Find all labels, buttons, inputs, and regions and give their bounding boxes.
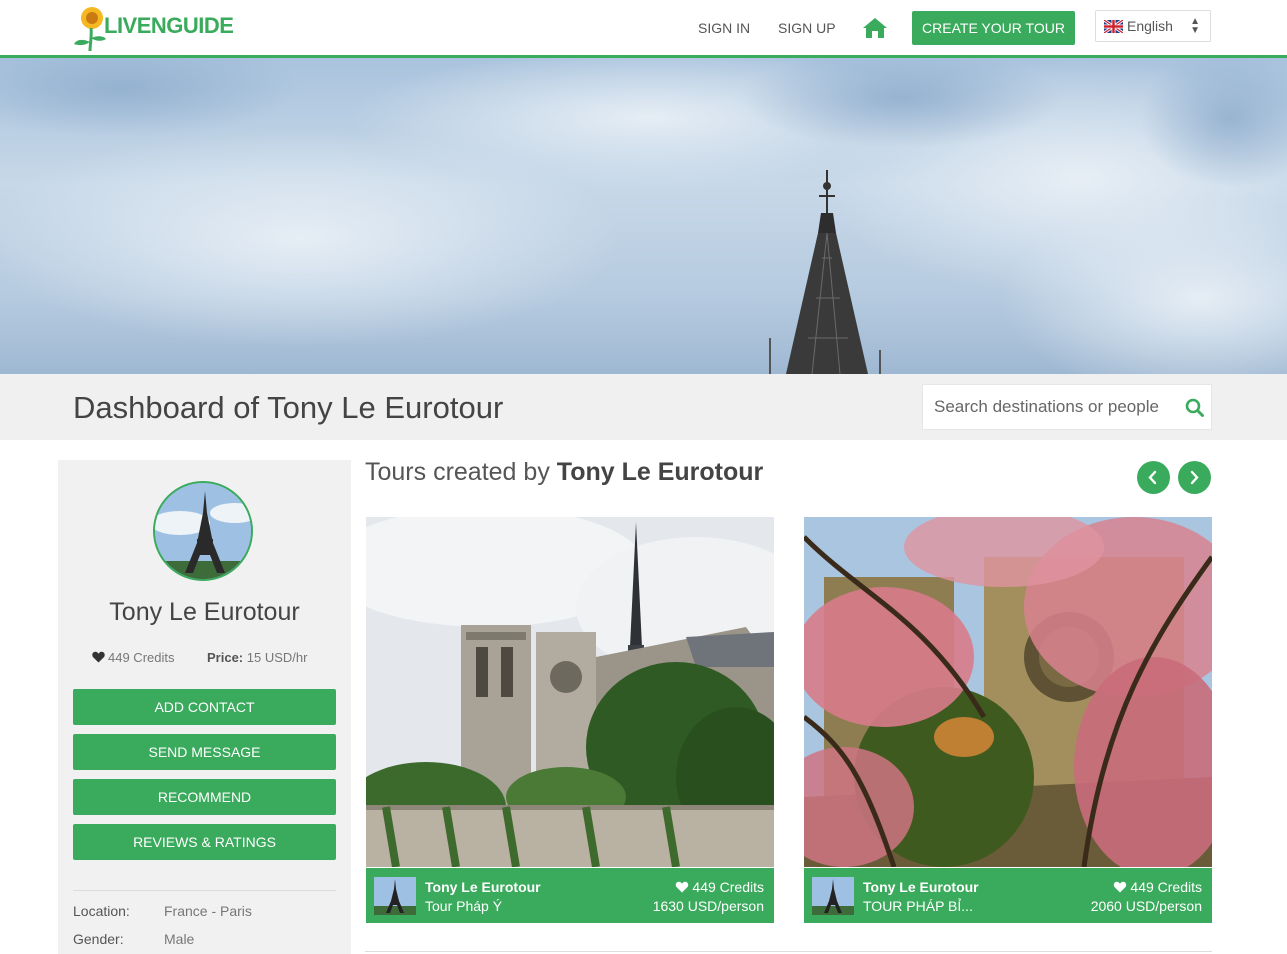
language-select[interactable]: English ▲ ▼ bbox=[1095, 10, 1211, 42]
tour-credits-value: 449 Credits bbox=[692, 879, 764, 895]
gender-value: Male bbox=[164, 931, 195, 947]
sidebar-divider bbox=[73, 890, 336, 891]
notre-dame-image bbox=[366, 517, 774, 867]
credits-value: 449 Credits bbox=[108, 650, 175, 665]
avatar[interactable] bbox=[153, 481, 253, 581]
tour-price: 2060 USD/person bbox=[1090, 898, 1202, 914]
tour-credits: 449 Credits bbox=[675, 879, 764, 895]
reviews-ratings-button[interactable]: REVIEWS & RATINGS bbox=[73, 824, 336, 860]
carousel-next-button[interactable] bbox=[1178, 461, 1211, 494]
tour-name: TOUR PHÁP BỈ... bbox=[863, 898, 973, 914]
heart-icon bbox=[1114, 881, 1127, 893]
logo-text[interactable]: LIVENGUIDE bbox=[104, 13, 234, 39]
tour-name: Tour Pháp Ý bbox=[425, 898, 503, 914]
tour-image[interactable] bbox=[804, 517, 1212, 867]
uk-flag-icon bbox=[1104, 20, 1123, 33]
gender-label: Gender: bbox=[73, 931, 124, 947]
tour-image[interactable] bbox=[366, 517, 774, 867]
price-stat: Price: 15 USD/hr bbox=[207, 650, 307, 665]
tours-section-title: Tours created by Tony Le Eurotour bbox=[365, 458, 763, 487]
home-icon[interactable] bbox=[862, 17, 888, 39]
send-message-button[interactable]: SEND MESSAGE bbox=[73, 734, 336, 770]
top-header: LIVENGUIDE SIGN IN SIGN UP CREATE YOUR T… bbox=[0, 0, 1287, 58]
carousel-prev-button[interactable] bbox=[1137, 461, 1170, 494]
select-arrows-icon: ▲ ▼ bbox=[1190, 16, 1200, 36]
heart-icon bbox=[92, 651, 105, 663]
price-value: 15 USD/hr bbox=[246, 650, 308, 665]
cherry-blossom-cathedral-image bbox=[804, 517, 1212, 867]
tour-info-bar: Tony Le Eurotour TOUR PHÁP BỈ... 449 Cre… bbox=[804, 868, 1212, 923]
tour-author-thumbnail bbox=[812, 877, 854, 915]
search-input[interactable] bbox=[923, 385, 1183, 429]
tours-title-prefix: Tours created by bbox=[365, 458, 550, 486]
recommend-button[interactable]: RECOMMEND bbox=[73, 779, 336, 815]
search-icon[interactable] bbox=[1185, 398, 1204, 417]
tours-title-name: Tony Le Eurotour bbox=[556, 458, 764, 486]
tour-credits-value: 449 Credits bbox=[1130, 879, 1202, 895]
tour-author-thumbnail bbox=[374, 877, 416, 915]
location-label: Location: bbox=[73, 903, 130, 919]
eiffel-thumb-image bbox=[374, 877, 416, 915]
sign-up-link[interactable]: SIGN UP bbox=[778, 20, 836, 36]
sign-in-link[interactable]: SIGN IN bbox=[698, 20, 750, 36]
location-value: France - Paris bbox=[164, 903, 252, 919]
cathedral-spire-image bbox=[0, 58, 1287, 374]
search-box bbox=[922, 384, 1212, 430]
add-contact-button[interactable]: ADD CONTACT bbox=[73, 689, 336, 725]
tour-info-bar: Tony Le Eurotour Tour Pháp Ý 449 Credits… bbox=[366, 868, 774, 923]
eiffel-tower-avatar-image bbox=[155, 483, 251, 579]
tour-price: 1630 USD/person bbox=[652, 898, 764, 914]
chevron-right-icon bbox=[1190, 470, 1199, 485]
create-your-tour-button[interactable]: CREATE YOUR TOUR bbox=[912, 11, 1075, 45]
page-title: Dashboard of Tony Le Eurotour bbox=[73, 390, 504, 425]
credits-stat: 449 Credits bbox=[92, 650, 174, 665]
eiffel-thumb-image bbox=[812, 877, 854, 915]
heart-icon bbox=[676, 881, 689, 893]
tour-card[interactable]: Tony Le Eurotour TOUR PHÁP BỈ... 449 Cre… bbox=[804, 517, 1212, 923]
profile-name: Tony Le Eurotour bbox=[109, 598, 300, 626]
chevron-left-icon bbox=[1148, 470, 1157, 485]
tour-credits: 449 Credits bbox=[1113, 879, 1202, 895]
hero-banner bbox=[0, 58, 1287, 374]
title-bar: Dashboard of Tony Le Eurotour bbox=[0, 374, 1287, 440]
tour-author: Tony Le Eurotour bbox=[425, 879, 541, 895]
profile-sidebar: Tony Le Eurotour 449 Credits Price: 15 U… bbox=[58, 460, 351, 954]
tours-bottom-divider bbox=[365, 951, 1212, 952]
tour-card[interactable]: Tony Le Eurotour Tour Pháp Ý 449 Credits… bbox=[366, 517, 774, 923]
tour-author: Tony Le Eurotour bbox=[863, 879, 979, 895]
language-label: English bbox=[1127, 18, 1173, 34]
price-label: Price: bbox=[207, 650, 244, 665]
